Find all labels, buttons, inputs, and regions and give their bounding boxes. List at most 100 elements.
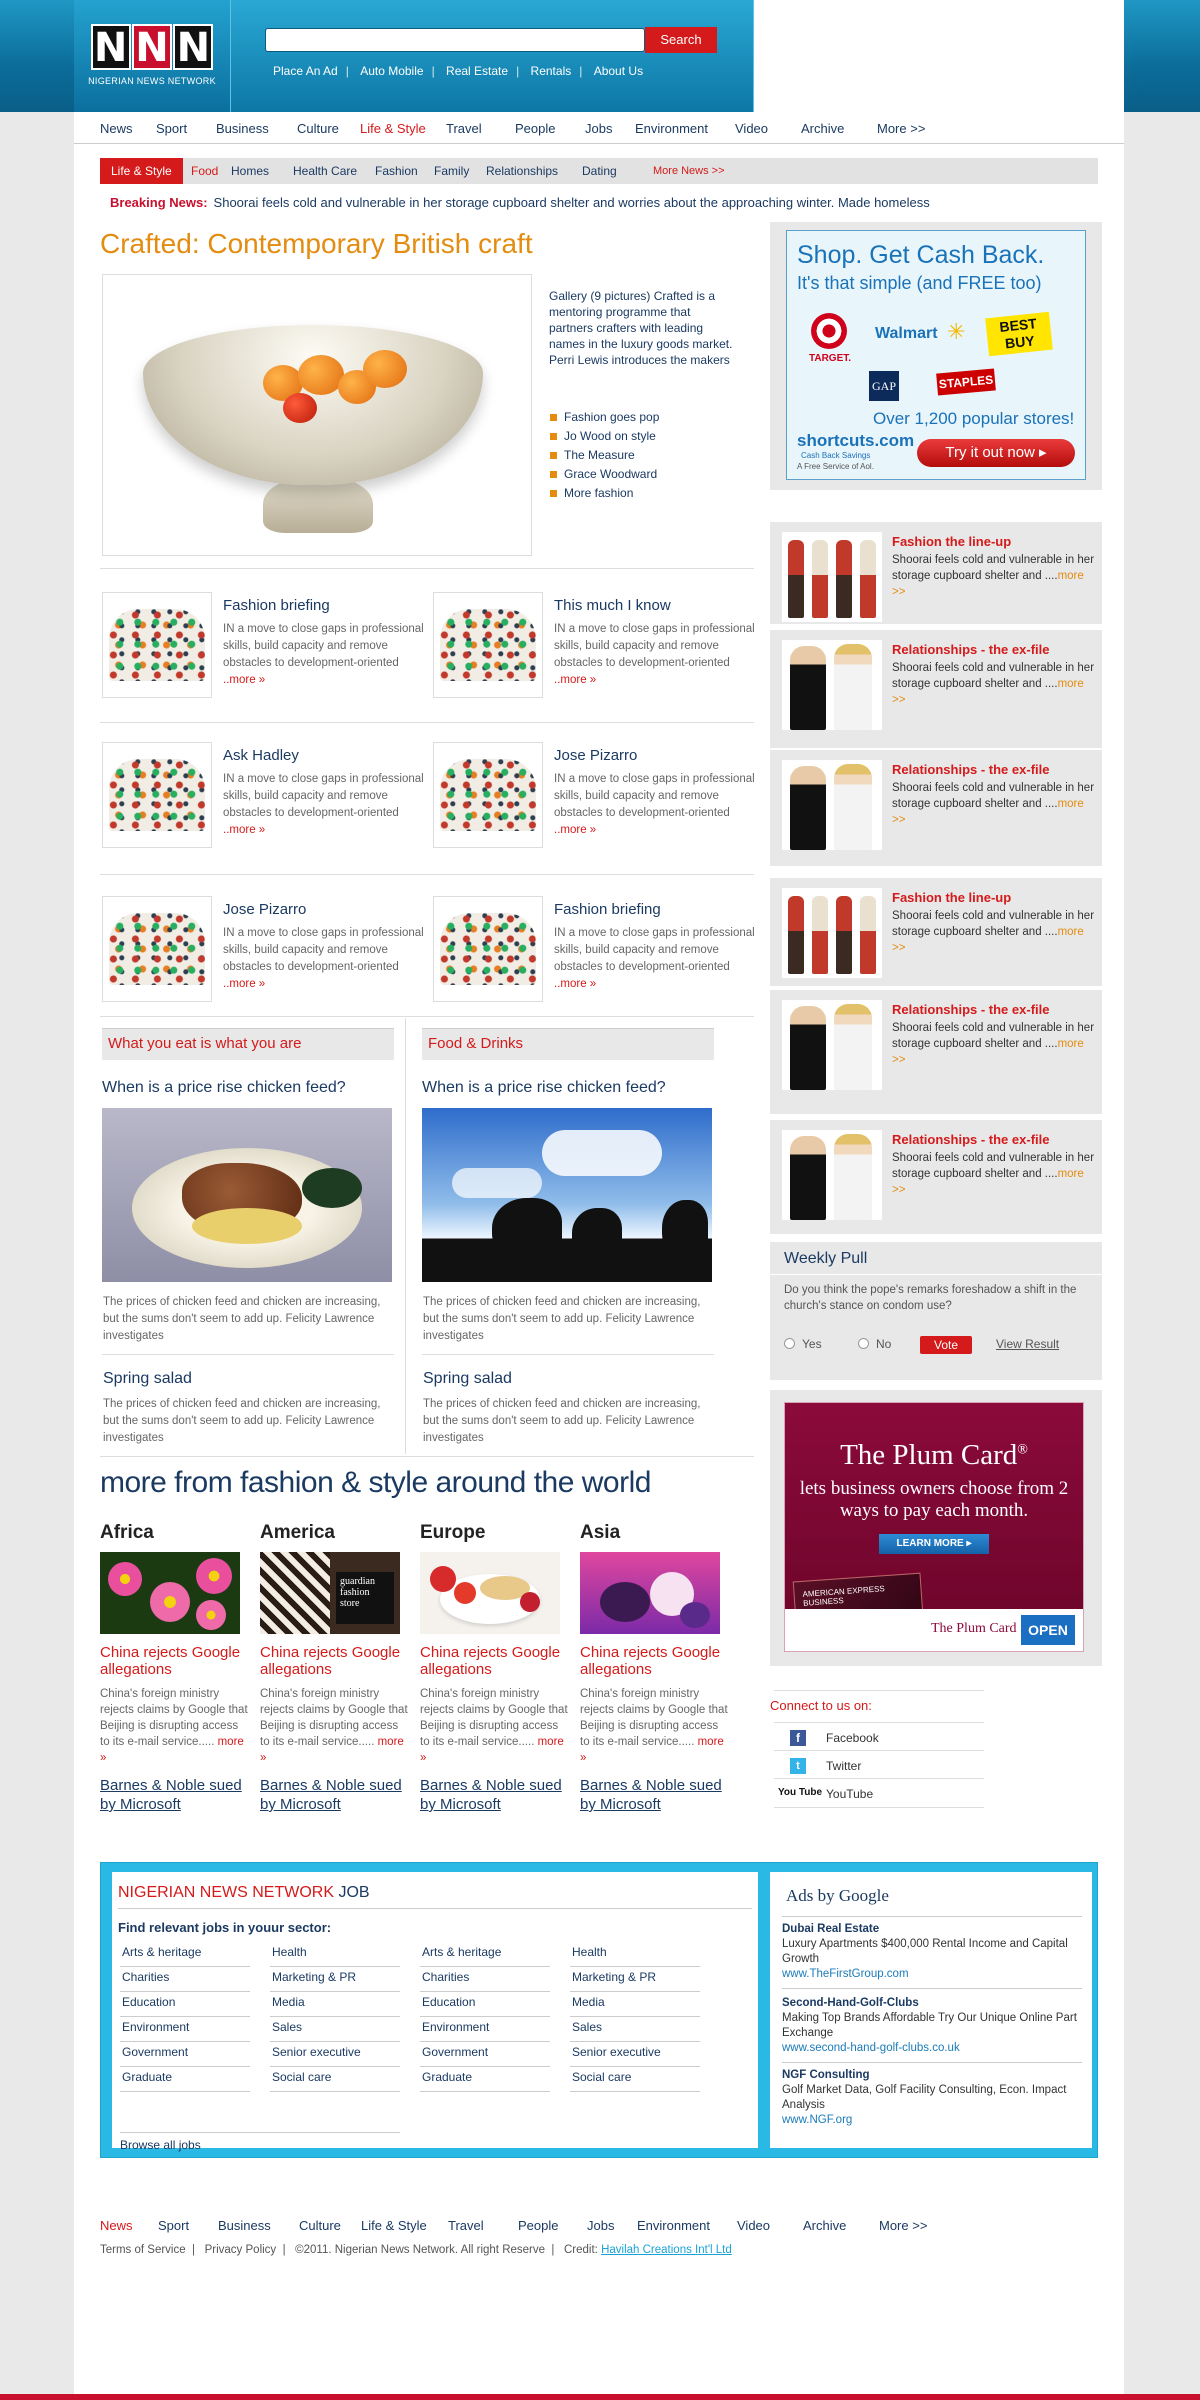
side-story-title[interactable]: Relationships - the ex-file <box>892 762 1049 777</box>
subnav-family[interactable]: Family <box>434 164 469 178</box>
featured-title[interactable]: Crafted: Contemporary British craft <box>100 228 533 260</box>
region-link[interactable]: Barnes & Noble sued by Microsoft <box>260 1776 408 1814</box>
article-more-link[interactable]: ..more » <box>223 674 265 686</box>
article-thumb[interactable] <box>433 592 543 698</box>
footer-nav-link[interactable]: More >> <box>879 2218 927 2233</box>
google-ad[interactable]: Second-Hand-Golf-Clubs Making Top Brands … <box>782 1996 1082 2063</box>
google-ad[interactable]: Dubai Real Estate Luxury Apartments $400,… <box>782 1922 1082 1989</box>
header-advertisement[interactable]: Advertisement <box>754 40 1124 63</box>
search-input[interactable] <box>265 28 645 52</box>
subnav-more-news[interactable]: More News >> <box>653 165 725 177</box>
footer-nav-link[interactable]: People <box>518 2218 558 2233</box>
side-story-image[interactable] <box>782 1000 882 1090</box>
logo-area[interactable]: N N N NIGERIAN NEWS NETWORK <box>74 0 230 112</box>
footer-nav-link[interactable]: Video <box>737 2218 770 2233</box>
job-sector-link[interactable]: Media <box>570 1992 700 2017</box>
job-sector-link[interactable]: Sales <box>270 2017 400 2042</box>
job-sector-link[interactable]: Social care <box>570 2067 700 2092</box>
region-link[interactable]: Barnes & Noble sued by Microsoft <box>100 1776 248 1814</box>
featured-link[interactable]: The Measure <box>550 446 659 465</box>
top-link-real-estate[interactable]: Real Estate <box>446 64 508 78</box>
job-sector-link[interactable]: Arts & heritage <box>120 1942 250 1967</box>
google-ad-title[interactable]: NGF Consulting <box>782 2068 1082 2083</box>
footer-nav-link[interactable]: Sport <box>158 2218 189 2233</box>
google-ad-title[interactable]: Dubai Real Estate <box>782 1922 1082 1937</box>
job-sector-link[interactable]: Health <box>270 1942 400 1967</box>
google-ad[interactable]: NGF Consulting Golf Market Data, Golf Fac… <box>782 2068 1082 2128</box>
job-sector-link[interactable]: Graduate <box>120 2067 250 2092</box>
footer-terms-link[interactable]: Terms of Service <box>100 2244 186 2256</box>
nav-jobs[interactable]: Jobs <box>585 121 612 136</box>
search-button[interactable]: Search <box>645 27 717 53</box>
featured-image[interactable] <box>102 274 532 556</box>
featured-link[interactable]: Grace Woodward <box>550 465 659 484</box>
food-image-dish[interactable] <box>102 1108 392 1282</box>
region-headline[interactable]: China rejects Google allegations <box>420 1644 568 1678</box>
region-headline[interactable]: China rejects Google allegations <box>580 1644 728 1678</box>
section-header-eat[interactable]: What you eat is what you are <box>102 1028 394 1060</box>
job-sector-link[interactable]: Senior executive <box>570 2042 700 2067</box>
side-story-image[interactable] <box>782 532 882 622</box>
nav-archive[interactable]: Archive <box>801 121 844 136</box>
article-title[interactable]: Jose Pizarro <box>223 901 306 918</box>
job-sector-link[interactable]: Marketing & PR <box>570 1967 700 1992</box>
article-more-link[interactable]: ..more » <box>554 674 596 686</box>
job-sector-link[interactable]: Environment <box>420 2017 550 2042</box>
social-twitter[interactable]: t Twitter <box>774 1750 984 1778</box>
nav-life-style[interactable]: Life & Style <box>360 121 426 136</box>
job-sector-link[interactable]: Charities <box>120 1967 250 1992</box>
breaking-news[interactable]: Breaking News: Shoorai feels cold and vul… <box>110 195 930 210</box>
top-link-auto-mobile[interactable]: Auto Mobile <box>360 64 423 78</box>
region-name[interactable]: Asia <box>580 1522 728 1544</box>
browse-all-jobs-link[interactable]: Browse all jobs <box>120 2138 201 2152</box>
region-name[interactable]: Europe <box>420 1522 568 1544</box>
subnav-food[interactable]: Food <box>191 164 218 178</box>
job-sector-link[interactable]: Environment <box>120 2017 250 2042</box>
food-headline[interactable]: When is a price rise chicken feed? <box>102 1079 346 1097</box>
subnav-homes[interactable]: Homes <box>231 164 269 178</box>
google-ad-url[interactable]: www.TheFirstGroup.com <box>782 1967 1082 1982</box>
article-more-link[interactable]: ..more » <box>554 824 596 836</box>
region-link[interactable]: Barnes & Noble sued by Microsoft <box>420 1776 568 1814</box>
nav-business[interactable]: Business <box>216 121 269 136</box>
region-image[interactable] <box>580 1552 720 1634</box>
article-title[interactable]: Fashion briefing <box>223 597 330 614</box>
social-youtube[interactable]: You Tube YouTube <box>774 1778 984 1808</box>
google-ad-url[interactable]: www.NGF.org <box>782 2113 1082 2128</box>
footer-nav-link[interactable]: Archive <box>803 2218 846 2233</box>
article-title[interactable]: Fashion briefing <box>554 901 661 918</box>
social-facebook[interactable]: f Facebook <box>774 1722 984 1750</box>
side-story[interactable]: Relationships - the ex-file Shoorai feels… <box>770 750 1102 868</box>
poll-view-result-link[interactable]: View Result <box>996 1337 1059 1351</box>
side-story[interactable]: Relationships - the ex-file Shoorai feels… <box>770 990 1102 1116</box>
subnav-fashion[interactable]: Fashion <box>375 164 418 178</box>
article-thumb[interactable] <box>102 896 212 1002</box>
nav-more[interactable]: More >> <box>877 121 925 136</box>
region-image[interactable]: guardian fashion store <box>260 1552 400 1634</box>
job-sector-link[interactable]: Arts & heritage <box>420 1942 550 1967</box>
side-story-title[interactable]: Fashion the line-up <box>892 534 1011 549</box>
footer-credit-link[interactable]: Havilah Creations Int'l Ltd <box>601 2244 732 2256</box>
job-sector-link[interactable]: Marketing & PR <box>270 1967 400 1992</box>
google-ad-url[interactable]: www.second-hand-golf-clubs.co.uk <box>782 2041 1082 2056</box>
ad-shop-cta-button[interactable]: Try it out now ▸ <box>917 439 1075 467</box>
poll-radio-no[interactable] <box>858 1338 869 1349</box>
nav-travel[interactable]: Travel <box>446 121 482 136</box>
google-ads-title[interactable]: Ads by Google <box>786 1886 889 1906</box>
google-ad-title[interactable]: Second-Hand-Golf-Clubs <box>782 1996 1082 2011</box>
job-sector-link[interactable]: Media <box>270 1992 400 2017</box>
region-name[interactable]: Africa <box>100 1522 248 1544</box>
job-sector-link[interactable]: Government <box>120 2042 250 2067</box>
side-story-image[interactable] <box>782 640 882 730</box>
footer-nav-link[interactable]: Culture <box>299 2218 341 2233</box>
subnav-relationships[interactable]: Relationships <box>486 164 558 178</box>
article-more-link[interactable]: ..more » <box>554 978 596 990</box>
side-story-title[interactable]: Fashion the line-up <box>892 890 1011 905</box>
top-link-rentals[interactable]: Rentals <box>531 64 572 78</box>
nav-culture[interactable]: Culture <box>297 121 339 136</box>
featured-link[interactable]: Fashion goes pop <box>550 408 659 427</box>
job-sector-link[interactable]: Charities <box>420 1967 550 1992</box>
nav-sport[interactable]: Sport <box>156 121 187 136</box>
top-link-about[interactable]: About Us <box>594 64 643 78</box>
footer-nav-link[interactable]: Business <box>218 2218 271 2233</box>
